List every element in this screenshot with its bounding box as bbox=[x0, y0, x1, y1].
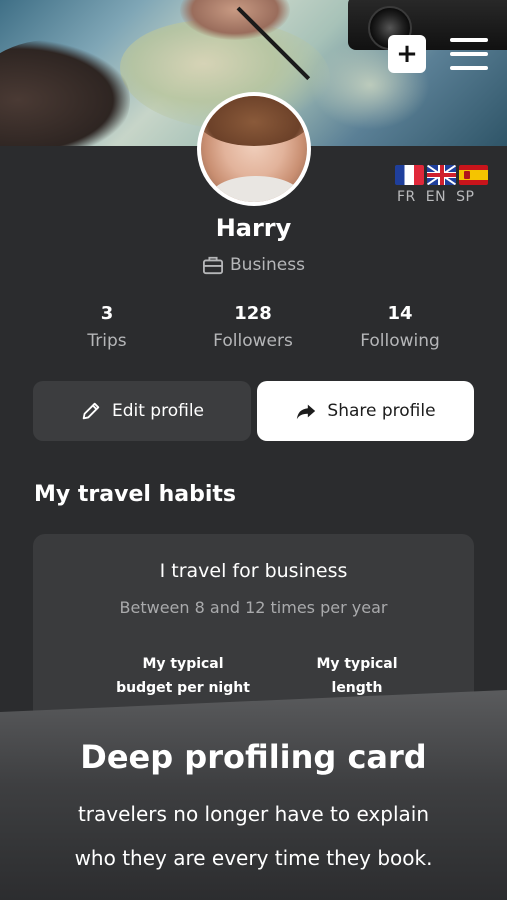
habit-frequency: Between 8 and 12 times per year bbox=[119, 598, 388, 617]
uk-flag-icon bbox=[427, 165, 456, 185]
profile-name: Harry bbox=[215, 214, 292, 242]
share-profile-button[interactable]: Share profile bbox=[257, 381, 474, 441]
budget-label: My typical budget per night bbox=[103, 652, 263, 700]
language-code: EN bbox=[425, 189, 447, 205]
add-button[interactable]: + bbox=[388, 35, 426, 73]
stat-value: 128 bbox=[234, 303, 272, 324]
edit-profile-label: Edit profile bbox=[111, 401, 205, 421]
stat-value: 3 bbox=[100, 303, 114, 324]
section-title: My travel habits bbox=[34, 482, 236, 507]
promo-subtitle: travelers no longer have to explain who … bbox=[0, 792, 507, 880]
promo-line: who they are every time they book. bbox=[74, 846, 433, 870]
pencil-icon bbox=[82, 402, 100, 420]
stat-followers[interactable]: 128 Followers bbox=[178, 303, 328, 351]
profile-stats: 3 Trips 128 Followers 14 Following bbox=[0, 303, 507, 355]
plus-icon: + bbox=[396, 39, 418, 69]
stat-label: Followers bbox=[213, 331, 293, 351]
budget-label-line: budget per night bbox=[116, 680, 250, 696]
language-flags bbox=[395, 165, 488, 185]
promo-title: Deep profiling card bbox=[80, 738, 427, 776]
share-profile-label: Share profile bbox=[327, 401, 436, 421]
length-label-line: My typical bbox=[316, 656, 398, 672]
briefcase-icon bbox=[203, 256, 224, 275]
length-label: My typical length bbox=[277, 652, 437, 700]
role-label: Business bbox=[230, 255, 305, 275]
budget-label-line: My typical bbox=[142, 656, 224, 672]
spain-flag-icon bbox=[459, 165, 488, 185]
share-arrow-icon bbox=[297, 404, 316, 420]
language-labels: FR EN SP bbox=[397, 189, 474, 205]
stat-label: Trips bbox=[87, 331, 127, 351]
profile-role: Business bbox=[0, 255, 507, 275]
hamburger-menu-icon[interactable] bbox=[450, 38, 488, 70]
stat-value: 14 bbox=[387, 303, 413, 324]
stat-label: Following bbox=[360, 331, 440, 351]
edit-profile-button[interactable]: Edit profile bbox=[33, 381, 251, 441]
avatar bbox=[197, 92, 311, 206]
language-code: FR bbox=[397, 189, 416, 205]
stat-trips[interactable]: 3 Trips bbox=[32, 303, 182, 351]
promo-line: travelers no longer have to explain bbox=[77, 802, 430, 826]
habit-headline: I travel for business bbox=[159, 560, 348, 582]
language-code: SP bbox=[456, 189, 475, 205]
france-flag-icon bbox=[395, 165, 424, 185]
stat-following[interactable]: 14 Following bbox=[325, 303, 475, 351]
